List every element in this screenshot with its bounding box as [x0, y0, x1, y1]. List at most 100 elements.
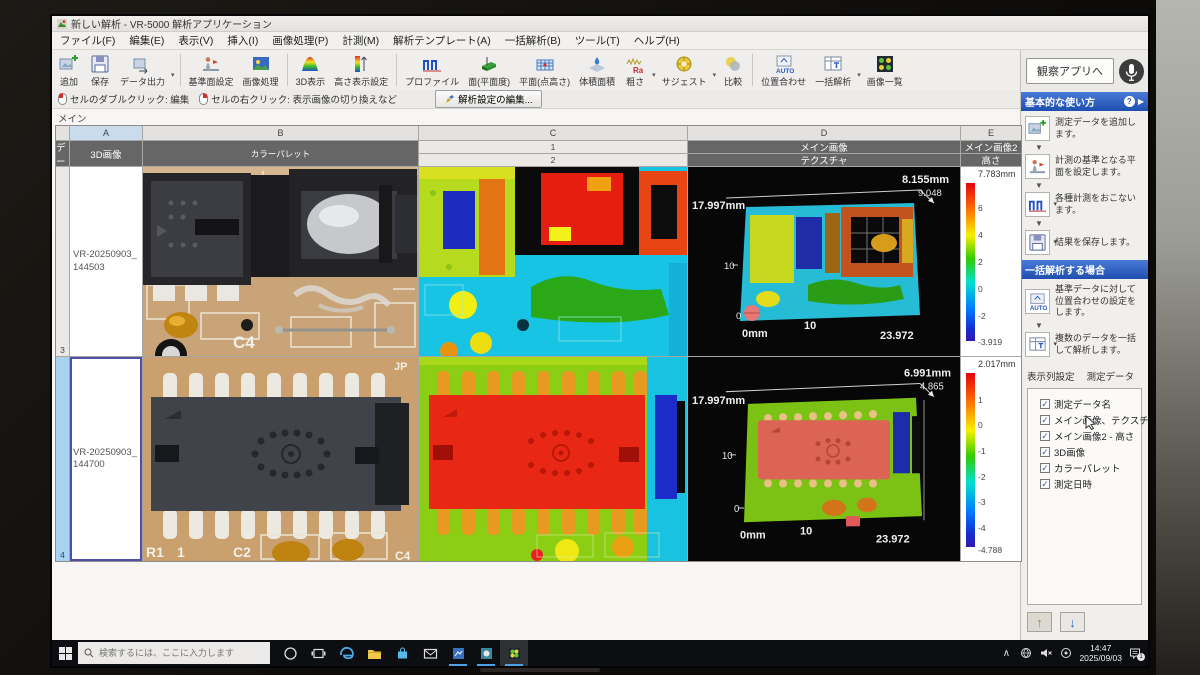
cortana-button[interactable]	[276, 640, 304, 666]
edge-button[interactable]	[332, 640, 360, 666]
guide-step-reference-plane[interactable]: 計測の基準となる平面を設定します。	[1023, 152, 1146, 181]
cell-3d-row4[interactable]: 17.997mm 6.991mm 4.865 10 0 0mm 10 23.97…	[688, 357, 960, 561]
image-list-button[interactable]: 画像一覧	[863, 52, 907, 90]
compare-button[interactable]: 比較	[718, 52, 748, 90]
checkbox-color-palette[interactable]: ✓カラーパレット	[1040, 461, 1138, 475]
action-center-icon[interactable]: 1	[1128, 646, 1142, 660]
sheet-tab-main[interactable]: メイン	[58, 111, 87, 125]
row-number-3[interactable]: 3	[56, 167, 69, 356]
start-button[interactable]	[52, 640, 78, 666]
dropdown-arrow-icon[interactable]: ▾	[1053, 238, 1057, 246]
measure-data-tab[interactable]: 測定データ	[1087, 369, 1135, 383]
data-export-button[interactable]: データ出力	[116, 52, 169, 90]
menu-batch-analysis[interactable]: 一括解析(B)	[505, 33, 561, 48]
network-icon[interactable]	[1019, 646, 1033, 660]
column-header-a[interactable]: A	[70, 126, 142, 140]
dropdown-arrow-icon[interactable]: ▾	[1053, 340, 1057, 348]
cell-name-row4-selected[interactable]: VR-20250903_144700	[70, 357, 142, 561]
dropdown-arrow-icon[interactable]: ▾	[1053, 200, 1057, 208]
view-3d-button[interactable]: 3D表示	[292, 52, 330, 90]
menu-tools[interactable]: ツール(T)	[575, 33, 620, 48]
mail-button[interactable]	[416, 640, 444, 666]
app-button-2[interactable]	[472, 640, 500, 666]
checkbox-measure-data-name[interactable]: ✓測定データ名	[1040, 397, 1138, 411]
collapse-arrow-icon[interactable]: ▶	[1138, 97, 1144, 106]
app-button-1[interactable]	[444, 640, 472, 666]
search-input[interactable]	[99, 648, 259, 658]
row-number-1[interactable]: 1	[419, 141, 687, 153]
reference-plane-button[interactable]: 基準面設定	[185, 52, 238, 90]
height-display-button[interactable]: 高さ表示設定	[330, 52, 392, 90]
menu-template[interactable]: 解析テンプレート(A)	[393, 33, 491, 48]
header-height[interactable]: 高さ	[961, 154, 1021, 166]
suggest-button[interactable]: サジェスト	[658, 52, 711, 90]
volume-area-button[interactable]: 体積面積	[575, 52, 619, 90]
grid-corner[interactable]	[56, 126, 69, 140]
profile-button[interactable]: プロファイル	[401, 52, 463, 90]
edit-analysis-settings-button[interactable]: 解析設定の編集...	[435, 90, 542, 108]
volume-muted-icon[interactable]	[1039, 646, 1053, 660]
taskbar-search-box[interactable]	[78, 642, 270, 664]
cell-height-row3[interactable]	[419, 167, 687, 356]
save-button[interactable]: 保存	[85, 52, 115, 90]
roughness-dropdown[interactable]: ▾	[651, 71, 657, 79]
cell-height-row4[interactable]	[419, 357, 687, 561]
app-button-analysis-active[interactable]	[500, 640, 528, 666]
header-main-image[interactable]: メイン画像	[688, 141, 960, 153]
cell-3d-row3[interactable]: 17.997mm 8.155mm 9.048 10 0 0mm 10 23.97…	[688, 167, 960, 356]
header-3d-image[interactable]: 3D画像	[70, 141, 142, 166]
batch-analysis-button[interactable]: 一括解析	[811, 52, 855, 90]
column-header-b[interactable]: B	[143, 126, 418, 140]
guide-step-measure[interactable]: ▾ 各種計測をおこないます。	[1023, 190, 1146, 219]
column-header-c[interactable]: C	[419, 126, 687, 140]
task-view-button[interactable]	[304, 640, 332, 666]
column-header-e[interactable]: E	[961, 126, 1021, 140]
guide-step-add[interactable]: 測定データを追加します。	[1023, 114, 1146, 143]
batch-analysis-dropdown[interactable]: ▾	[856, 71, 862, 79]
row-number-4[interactable]: 4	[56, 357, 69, 561]
menu-view[interactable]: 表示(V)	[178, 33, 213, 48]
to-observation-app-button[interactable]: 観察アプリへ	[1026, 58, 1114, 84]
cell-name-row3[interactable]: VR-20250903_144503	[70, 167, 142, 356]
header-color-palette[interactable]: カラーパレット	[143, 141, 418, 166]
column-header-d[interactable]: D	[688, 126, 960, 140]
add-data-button[interactable]: 追加	[54, 52, 84, 90]
checkbox-3d-image[interactable]: ✓3D画像	[1040, 445, 1138, 459]
batch-step-analyze[interactable]: ▾ 複数のデータを一括して解析します。	[1023, 330, 1146, 359]
data-export-dropdown[interactable]: ▾	[170, 71, 176, 79]
header-measure-data-name[interactable]: 測定データ名	[56, 141, 69, 166]
menu-insert[interactable]: 挿入(I)	[227, 33, 258, 48]
row-number-2[interactable]: 2	[419, 154, 687, 166]
move-down-button[interactable]: ↓	[1060, 612, 1085, 632]
cell-texture-row4[interactable]: R1 1 C2 C4 JP	[143, 357, 418, 561]
move-up-button[interactable]: ↑	[1027, 612, 1052, 632]
menu-help[interactable]: ヘルプ(H)	[634, 33, 680, 48]
menu-file[interactable]: ファイル(F)	[60, 33, 115, 48]
flatness-button[interactable]: 面(平面度)	[464, 52, 514, 90]
cell-texture-row3[interactable]: C4	[143, 167, 418, 356]
taskbar-clock[interactable]: 14:47 2025/09/03	[1079, 643, 1122, 663]
checkbox-measure-datetime[interactable]: ✓測定日時	[1040, 477, 1138, 491]
batch-step-align[interactable]: AUTO 基準データに対して位置合わせの設定をします。	[1023, 282, 1146, 321]
voice-assistant-icon[interactable]	[1119, 59, 1144, 84]
image-processing-button[interactable]: 画像処理	[239, 52, 283, 90]
menu-edit[interactable]: 編集(E)	[129, 33, 164, 48]
align-button[interactable]: AUTO 位置合わせ	[757, 52, 810, 90]
cell-palette-row3[interactable]: 7.783mm 6 4 2 0 -2 -3.919	[961, 167, 1021, 356]
suggest-dropdown[interactable]: ▾	[712, 71, 718, 79]
header-main-image2[interactable]: メイン画像2	[961, 141, 1021, 153]
viewer3d-row3: 17.997mm 8.155mm 9.048 10 0 0mm 10 23.97…	[688, 167, 960, 356]
cell-palette-row4[interactable]: 2.017mm 1 0 -1 -2 -3 -4 -4.788	[961, 357, 1021, 561]
header-texture[interactable]: テクスチャ	[688, 154, 960, 166]
checkbox-main-image2-height[interactable]: ✓メイン画像2 - 高さ	[1040, 429, 1138, 443]
roughness-button[interactable]: Ra 粗さ	[620, 52, 650, 90]
menu-image-processing[interactable]: 画像処理(P)	[272, 33, 328, 48]
file-explorer-button[interactable]	[360, 640, 388, 666]
tray-chevron-icon[interactable]: ∧	[999, 646, 1013, 660]
store-button[interactable]	[388, 640, 416, 666]
point-height-button[interactable]: 平面(点高さ)	[515, 52, 574, 90]
help-icon[interactable]: ?	[1124, 96, 1135, 107]
menu-measure[interactable]: 計測(M)	[342, 33, 379, 48]
guide-step-save[interactable]: ▾ 結果を保存します。	[1023, 228, 1146, 257]
defender-icon[interactable]	[1059, 646, 1073, 660]
